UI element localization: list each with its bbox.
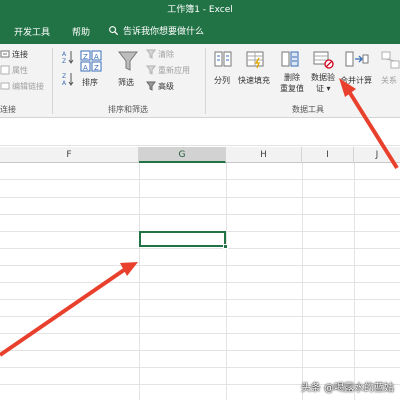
properties-button[interactable]: 属性 bbox=[12, 65, 28, 76]
relationships-button[interactable]: 关系 bbox=[381, 75, 397, 86]
column-line bbox=[226, 163, 227, 400]
column-header-g[interactable]: G bbox=[139, 147, 226, 163]
svg-text:A: A bbox=[94, 53, 99, 61]
data-validation-label-2[interactable]: 证 ▾ bbox=[316, 83, 331, 94]
svg-text:Z: Z bbox=[62, 73, 66, 80]
reapply-icon bbox=[146, 65, 156, 75]
row-line bbox=[0, 299, 400, 300]
clear-filter-button[interactable]: 清除 bbox=[158, 49, 174, 60]
text-to-columns-button[interactable]: 分列 bbox=[214, 75, 230, 86]
consolidate-button[interactable]: 合并计算 bbox=[340, 75, 372, 86]
edit-links-button[interactable]: 编辑链接 bbox=[12, 81, 44, 92]
row-line bbox=[0, 333, 400, 334]
remove-duplicates-label-1[interactable]: 删除 bbox=[284, 72, 300, 83]
row-line bbox=[0, 350, 400, 351]
properties-icon bbox=[0, 65, 10, 75]
data-validation-label-1[interactable]: 数据验 bbox=[311, 72, 335, 83]
advanced-filter-button[interactable]: 高级 bbox=[158, 81, 174, 92]
tab-developer[interactable]: 开发工具 bbox=[14, 25, 50, 38]
column-header-h[interactable]: H bbox=[226, 147, 302, 163]
svg-text:Z: Z bbox=[94, 64, 99, 72]
flash-fill-icon bbox=[246, 50, 266, 70]
ribbon: 连接 属性 编辑链接 连接 AZ ZA ZAAZ 排序 筛选 清除 重新应用 高… bbox=[0, 44, 400, 118]
relationships-icon bbox=[381, 50, 400, 70]
ribbon-tabs: 开发工具 帮助 告诉我你想要做什么 bbox=[0, 18, 400, 44]
row-line bbox=[0, 316, 400, 317]
filter-button[interactable]: 筛选 bbox=[118, 77, 134, 88]
tell-me-placeholder: 告诉我你想要做什么 bbox=[123, 27, 205, 37]
column-header-f[interactable]: F bbox=[0, 147, 139, 163]
connections-icon bbox=[0, 49, 10, 59]
sort-icon: ZAAZ bbox=[80, 50, 102, 72]
sort-button[interactable]: 排序 bbox=[82, 77, 98, 88]
row-line bbox=[0, 197, 400, 198]
row-line bbox=[0, 179, 400, 180]
sort-za-icon[interactable]: ZA bbox=[62, 72, 74, 86]
svg-text:Z: Z bbox=[83, 53, 88, 61]
group-divider bbox=[205, 48, 206, 114]
remove-duplicates-label-2[interactable]: 重复值 bbox=[280, 83, 304, 94]
row-line bbox=[0, 265, 400, 266]
column-line bbox=[354, 163, 355, 400]
edit-links-icon bbox=[0, 81, 10, 91]
consolidate-icon bbox=[345, 50, 369, 70]
svg-text:Z: Z bbox=[62, 58, 66, 64]
title-bar: 工作簿1 - Excel bbox=[0, 0, 400, 18]
lightbulb-search-icon bbox=[109, 26, 119, 36]
sort-az-icon[interactable]: AZ bbox=[62, 50, 74, 64]
filter-icon bbox=[118, 50, 138, 72]
row-line bbox=[0, 214, 400, 215]
clear-filter-icon bbox=[146, 49, 156, 59]
connections-button[interactable]: 连接 bbox=[12, 49, 28, 60]
window-title: 工作簿1 - Excel bbox=[167, 5, 233, 15]
fill-handle[interactable] bbox=[223, 244, 228, 249]
reapply-button[interactable]: 重新应用 bbox=[158, 65, 190, 76]
group-divider bbox=[52, 48, 53, 114]
sort-filter-group-label: 排序和筛选 bbox=[108, 105, 148, 114]
svg-text:A: A bbox=[62, 51, 67, 58]
remove-duplicates-icon bbox=[281, 50, 301, 70]
flash-fill-button[interactable]: 快速填充 bbox=[238, 75, 270, 86]
tell-me-box[interactable]: 告诉我你想要做什么 bbox=[108, 24, 204, 37]
watermark: 头条 @喝露水的蓝姑 bbox=[300, 383, 394, 394]
row-line bbox=[0, 248, 400, 249]
column-header-j[interactable]: J bbox=[354, 147, 400, 163]
svg-text:A: A bbox=[83, 64, 88, 72]
row-line bbox=[0, 282, 400, 283]
tab-help[interactable]: 帮助 bbox=[72, 25, 90, 38]
data-validation-icon bbox=[313, 50, 335, 70]
text-to-columns-icon bbox=[214, 50, 232, 70]
svg-text:A: A bbox=[62, 80, 67, 86]
column-line bbox=[302, 163, 303, 400]
row-line bbox=[0, 367, 400, 368]
formula-bar-area bbox=[0, 118, 400, 146]
connections-group-label: 连接 bbox=[0, 105, 16, 114]
cell-grid[interactable] bbox=[0, 163, 400, 400]
column-line bbox=[139, 163, 140, 400]
data-tools-group-label: 数据工具 bbox=[292, 105, 324, 114]
selected-cell[interactable] bbox=[139, 231, 228, 249]
column-header-i[interactable]: I bbox=[302, 147, 354, 163]
advanced-filter-icon bbox=[146, 81, 156, 91]
column-headers: F G H I J bbox=[0, 147, 400, 163]
